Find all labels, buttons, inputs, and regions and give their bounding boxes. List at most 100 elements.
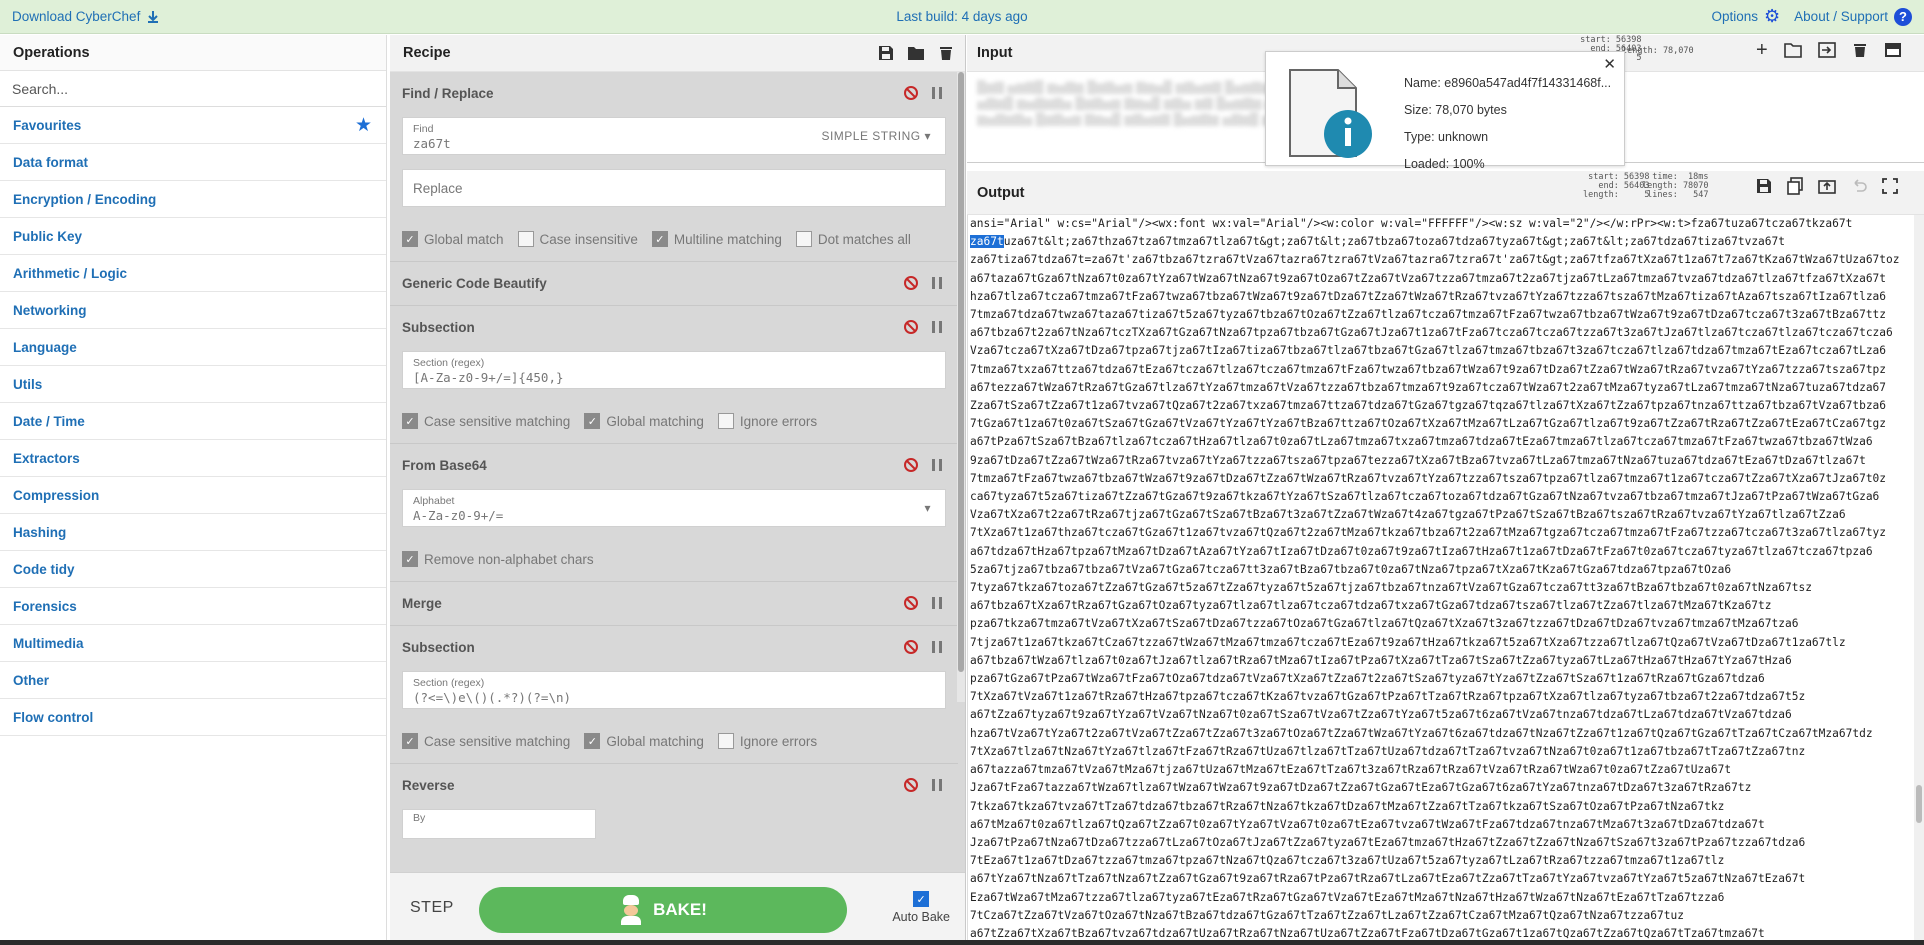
output-line: 7tkza67tkza67tvza67tTza67tdza67tbza67tRz… <box>970 799 1725 813</box>
layout-icon[interactable] <box>1884 42 1902 58</box>
category-extractors[interactable]: Extractors <box>0 440 386 477</box>
import-icon[interactable] <box>1817 42 1836 58</box>
case-insensitive-checkbox[interactable]: Case insensitive <box>517 231 638 247</box>
replace-field[interactable]: Replace <box>402 169 946 207</box>
category-language[interactable]: Language <box>0 329 386 366</box>
output-line: Jza67tPza67tNza67tDza67tzza67tLza67tOza6… <box>970 835 1806 849</box>
breakpoint-icon[interactable] <box>932 321 942 333</box>
bake-button[interactable]: BAKE! <box>479 887 847 933</box>
recipe-panel: Recipe Find / Replace Find za67t SIMPLE … <box>390 35 966 945</box>
case-sensitive-checkbox[interactable]: ✓ Case sensitive matching <box>402 413 570 429</box>
output-line: a67tbza67tXza67tRza67tGza67tOza67tyza67t… <box>970 599 1772 613</box>
disable-icon[interactable] <box>904 276 918 290</box>
copy-icon[interactable] <box>1786 177 1804 195</box>
category-multimedia[interactable]: Multimedia <box>0 625 386 662</box>
output-scrollbar[interactable] <box>1914 215 1924 940</box>
disable-icon[interactable] <box>904 640 918 654</box>
category-networking[interactable]: Networking <box>0 292 386 329</box>
global-matching-checkbox[interactable]: ✓ Global matching <box>584 733 704 749</box>
global-matching-checkbox[interactable]: ✓ Global matching <box>584 413 704 429</box>
category-favourites[interactable]: Favourites ★ <box>0 107 386 144</box>
reverse-by-field[interactable]: By <box>402 809 596 839</box>
multiline-matching-checkbox[interactable]: ✓ Multiline matching <box>651 231 782 247</box>
breakpoint-icon[interactable] <box>932 779 942 791</box>
alphabet-value: A-Za-z0-9+/= <box>413 508 504 523</box>
disable-icon[interactable] <box>904 86 918 100</box>
category-compression[interactable]: Compression <box>0 477 386 514</box>
op-merge[interactable]: Merge <box>390 582 958 626</box>
category-forensics[interactable]: Forensics <box>0 588 386 625</box>
save-icon[interactable] <box>877 45 895 61</box>
category-code-tidy[interactable]: Code tidy <box>0 551 386 588</box>
ignore-errors-checkbox[interactable]: Ignore errors <box>717 413 817 429</box>
output-line: ansi="Arial" w:cs="Arial"/><wx:font wx:v… <box>970 217 1853 230</box>
section-regex-field[interactable]: Section (regex) (?<=\)e\()(.*?)(?=\n) <box>402 671 946 709</box>
breakpoint-icon[interactable] <box>932 459 942 471</box>
global-match-checkbox[interactable]: ✓ Global match <box>402 231 504 247</box>
folder-icon[interactable] <box>907 45 925 61</box>
output-text[interactable]: ansi="Arial" w:cs="Arial"/><wx:font wx:v… <box>967 215 1914 940</box>
output-line: a67tazza67tmza67tVza67tMza67tjza67tUza67… <box>970 763 1732 777</box>
replace-input-icon[interactable] <box>1818 178 1836 194</box>
output-line: a67tbza67t2za67tNza67tczTXza67tGza67tNza… <box>970 326 1893 340</box>
breakpoint-icon[interactable] <box>932 87 942 99</box>
category-encryption-encoding[interactable]: Encryption / Encoding <box>0 181 386 218</box>
case-sensitive-checkbox[interactable]: ✓ Case sensitive matching <box>402 733 570 749</box>
category-arithmetic-logic[interactable]: Arithmetic / Logic <box>0 255 386 292</box>
output-info-stats: time: 18ms length: 78070 lines: 547 <box>1642 172 1709 200</box>
alphabet-field[interactable]: Alphabet A-Za-z0-9+/= ▾ <box>402 489 946 527</box>
category-public-key[interactable]: Public Key <box>0 218 386 255</box>
find-mode-dropdown[interactable]: SIMPLE STRING ▾ <box>821 129 931 143</box>
download-link[interactable]: Download CyberChef <box>12 9 160 24</box>
caret-down-icon[interactable]: ▾ <box>924 501 931 515</box>
output-line: za67tiza67tdza67t=za67t'za67tbza67tzra67… <box>970 253 1900 267</box>
check-icon: ✓ <box>584 413 601 429</box>
top-banner: Download CyberChef Last build: 4 days ag… <box>0 0 1924 34</box>
op-reverse[interactable]: Reverse By <box>390 764 958 839</box>
auto-bake-checkbox[interactable]: ✓ Auto Bake <box>892 891 950 924</box>
category-utils[interactable]: Utils <box>0 366 386 403</box>
category-flow-control[interactable]: Flow control <box>0 699 386 736</box>
bake-label: BAKE! <box>653 900 707 919</box>
breakpoint-icon[interactable] <box>932 277 942 289</box>
breakpoint-icon[interactable] <box>932 597 942 609</box>
plus-icon[interactable]: + <box>1756 40 1768 60</box>
recipe-scrollbar[interactable] <box>957 72 965 702</box>
disable-icon[interactable] <box>904 596 918 610</box>
category-date-time[interactable]: Date / Time <box>0 403 386 440</box>
folder-icon[interactable] <box>1783 42 1802 58</box>
disable-icon[interactable] <box>904 458 918 472</box>
category-hashing[interactable]: Hashing <box>0 514 386 551</box>
remove-non-alphabet-checkbox[interactable]: ✓ Remove non-alphabet chars <box>402 551 594 567</box>
output-line: Zza67tSza67tZza67t1za67tvza67tQza67t2za6… <box>970 399 1887 413</box>
op-find-replace[interactable]: Find / Replace Find za67t SIMPLE STRING … <box>390 72 958 262</box>
step-button[interactable]: STEP <box>410 899 454 917</box>
output-line: 7tjza67t1za67tkza67tCza67tzza67tWza67tMz… <box>970 635 1846 649</box>
output-line: Vza67tcza67tXza67tDza67tpza67tjza67tIza6… <box>970 344 1887 358</box>
operations-search-input[interactable] <box>0 71 386 107</box>
undo-icon[interactable] <box>1850 178 1868 194</box>
op-subsection[interactable]: Subsection Section (regex) [A-Za-z0-9+/=… <box>390 306 958 444</box>
caret-down-icon: ▾ <box>924 129 931 143</box>
save-icon[interactable] <box>1756 178 1772 194</box>
category-other[interactable]: Other <box>0 662 386 699</box>
disable-icon[interactable] <box>904 778 918 792</box>
op-subsection-2[interactable]: Subsection Section (regex) (?<=\)e\()(.*… <box>390 626 958 764</box>
options-button[interactable]: Options ⚙ <box>1712 6 1781 27</box>
category-data-format[interactable]: Data format <box>0 144 386 181</box>
gear-icon: ⚙ <box>1764 6 1781 26</box>
find-field[interactable]: Find za67t SIMPLE STRING ▾ <box>402 117 946 155</box>
maximise-icon[interactable] <box>1882 178 1898 194</box>
breakpoint-icon[interactable] <box>932 641 942 653</box>
op-generic-code-beautify[interactable]: Generic Code Beautify <box>390 262 958 306</box>
ignore-errors-checkbox[interactable]: Ignore errors <box>717 733 817 749</box>
about-button[interactable]: About / Support ? <box>1794 7 1912 26</box>
section-value: [A-Za-z0-9+/=]{450,} <box>413 370 564 385</box>
dot-matches-all-checkbox[interactable]: Dot matches all <box>795 231 911 247</box>
disable-icon[interactable] <box>904 320 918 334</box>
trash-icon[interactable] <box>937 45 955 61</box>
bake-bar: STEP BAKE! ✓ Auto Bake <box>390 872 965 945</box>
op-from-base64[interactable]: From Base64 Alphabet A-Za-z0-9+/= ▾ ✓ Rem… <box>390 444 958 582</box>
section-regex-field[interactable]: Section (regex) [A-Za-z0-9+/=]{450,} <box>402 351 946 389</box>
trash-icon[interactable] <box>1852 42 1868 58</box>
